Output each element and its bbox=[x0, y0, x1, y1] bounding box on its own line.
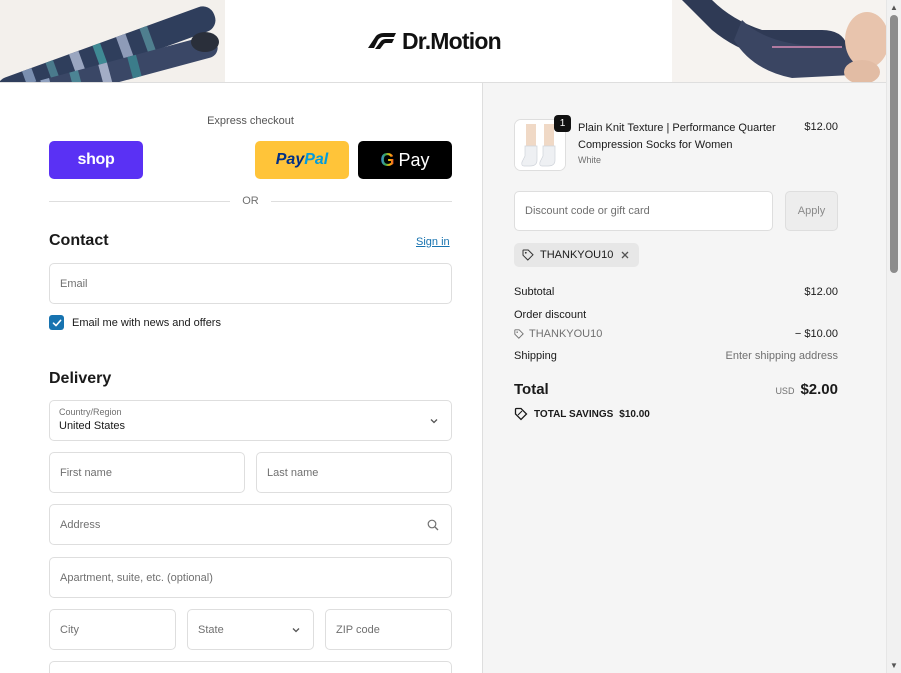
page-scrollbar[interactable]: ▲ ▼ bbox=[886, 0, 901, 673]
newsletter-checkbox[interactable] bbox=[49, 315, 64, 330]
apply-button[interactable]: Apply bbox=[785, 191, 838, 231]
google-pay-label: Pay bbox=[398, 149, 430, 170]
subtotal-value: $12.00 bbox=[804, 286, 838, 298]
subtotal-label: Subtotal bbox=[514, 286, 555, 298]
brand-logo[interactable]: Dr.Motion bbox=[366, 26, 502, 56]
total-value: $2.00 bbox=[800, 381, 838, 398]
shipping-row: Shipping Enter shipping address bbox=[514, 350, 838, 362]
newsletter-label: Email me with news and offers bbox=[72, 316, 221, 329]
discount-value: − $10.00 bbox=[794, 328, 838, 340]
zip-field[interactable]: ZIP code bbox=[325, 609, 452, 650]
shop-pay-label: shop bbox=[77, 151, 115, 168]
chevron-down-icon bbox=[430, 418, 438, 423]
address-field[interactable]: Address bbox=[49, 504, 452, 545]
header-banner: Dr.Motion bbox=[0, 0, 886, 83]
or-label: OR bbox=[242, 195, 259, 207]
socks-banner-image-right bbox=[672, 0, 886, 82]
total-amount: USD $2.00 bbox=[775, 381, 838, 398]
city-placeholder: City bbox=[60, 623, 79, 636]
first-name-field[interactable]: First name bbox=[49, 452, 245, 493]
order-discount-row: Order discount bbox=[514, 309, 838, 321]
paypal-label-pal: Pal bbox=[304, 151, 329, 168]
or-divider: OR bbox=[49, 194, 452, 208]
city-field[interactable]: City bbox=[49, 609, 176, 650]
zip-placeholder: ZIP code bbox=[336, 623, 380, 636]
product-variant: White bbox=[578, 155, 602, 165]
brand-mark-icon bbox=[368, 33, 396, 49]
paypal-label-pay: Pay bbox=[275, 151, 305, 168]
applied-discount-chip: THANKYOU10 bbox=[514, 243, 640, 267]
shipping-label: Shipping bbox=[514, 350, 557, 362]
address-placeholder: Address bbox=[60, 518, 101, 531]
remove-discount-icon[interactable] bbox=[619, 249, 631, 261]
socks-banner-image-left bbox=[0, 0, 225, 82]
savings-label: TOTAL SAVINGS bbox=[534, 408, 614, 420]
email-field[interactable]: Email bbox=[49, 263, 452, 304]
google-g-icon: G bbox=[380, 149, 395, 170]
order-discount-label: Order discount bbox=[514, 309, 587, 321]
discount-placeholder: Discount code or gift card bbox=[525, 205, 650, 217]
state-placeholder: State bbox=[198, 623, 224, 636]
checkout-form: Express checkout shop Pay Pal G Pay OR Co… bbox=[0, 83, 482, 673]
tag-icon bbox=[514, 329, 524, 339]
tag-icon bbox=[522, 249, 534, 261]
express-checkout-label: Express checkout bbox=[207, 115, 294, 127]
checkmark-icon bbox=[52, 319, 61, 326]
chevron-down-icon bbox=[292, 627, 300, 632]
scrollbar-thumb[interactable] bbox=[890, 15, 898, 273]
scroll-down-arrow-icon[interactable]: ▼ bbox=[890, 661, 898, 670]
phone-field[interactable] bbox=[49, 661, 452, 673]
state-select[interactable]: State bbox=[187, 609, 314, 650]
discount-code-input[interactable]: Discount code or gift card bbox=[514, 191, 773, 231]
discount-code-line: THANKYOU10 bbox=[514, 328, 602, 340]
subtotal-row: Subtotal $12.00 bbox=[514, 286, 838, 298]
brand-name: Dr.Motion bbox=[402, 27, 502, 54]
email-placeholder: Email bbox=[60, 277, 88, 290]
newsletter-option[interactable]: Email me with news and offers bbox=[49, 315, 221, 330]
savings-value: $10.00 bbox=[619, 408, 650, 420]
country-select[interactable]: Country/Region United States bbox=[49, 400, 452, 441]
discount-code-row: THANKYOU10 − $10.00 bbox=[514, 328, 838, 342]
applied-code-label: THANKYOU10 bbox=[540, 249, 614, 261]
quantity-badge: 1 bbox=[554, 115, 571, 132]
total-row: Total USD $2.00 bbox=[514, 381, 838, 401]
product-price: $12.00 bbox=[804, 121, 838, 133]
divider-line bbox=[270, 200, 452, 202]
first-name-placeholder: First name bbox=[60, 466, 112, 479]
last-name-field[interactable]: Last name bbox=[256, 452, 452, 493]
sign-in-link[interactable]: Sign in bbox=[416, 236, 450, 248]
google-pay-button[interactable]: G Pay bbox=[358, 141, 452, 179]
discount-code-label: THANKYOU10 bbox=[529, 328, 603, 340]
product-name: Plain Knit Texture | Performance Quarter… bbox=[578, 122, 776, 151]
paypal-button[interactable]: Pay Pal bbox=[255, 141, 349, 179]
last-name-placeholder: Last name bbox=[267, 466, 319, 479]
total-savings: TOTAL SAVINGS $10.00 bbox=[514, 407, 650, 421]
country-value: United States bbox=[59, 420, 126, 432]
search-icon bbox=[427, 519, 439, 530]
apartment-placeholder: Apartment, suite, etc. (optional) bbox=[60, 571, 213, 584]
total-currency: USD bbox=[775, 386, 795, 396]
scroll-up-arrow-icon[interactable]: ▲ bbox=[890, 3, 898, 12]
total-label: Total bbox=[514, 381, 549, 398]
savings-tag-icon bbox=[514, 407, 528, 421]
shipping-value: Enter shipping address bbox=[725, 350, 838, 362]
divider-line bbox=[49, 200, 231, 202]
shop-pay-button[interactable]: shop bbox=[49, 141, 143, 179]
order-summary: 1 Plain Knit Texture | Performance Quart… bbox=[482, 83, 886, 673]
delivery-heading: Delivery bbox=[49, 370, 112, 387]
contact-heading: Contact bbox=[49, 232, 109, 249]
apartment-field[interactable]: Apartment, suite, etc. (optional) bbox=[49, 557, 452, 598]
country-label: Country/Region bbox=[59, 407, 122, 417]
